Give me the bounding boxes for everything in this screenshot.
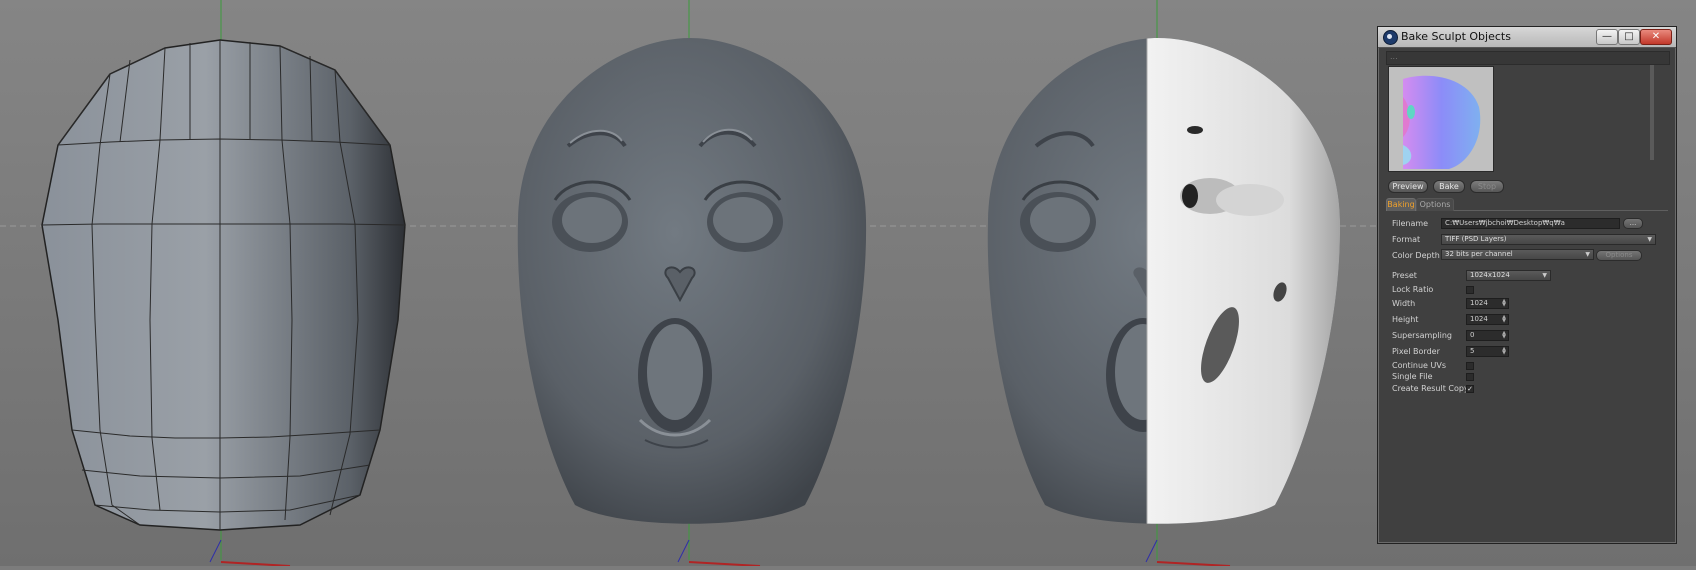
- color-depth-options-button[interactable]: Options: [1596, 250, 1642, 261]
- color-depth-dropdown[interactable]: 32 bits per channel ▼: [1441, 249, 1594, 260]
- tab-baking[interactable]: Baking: [1386, 198, 1416, 211]
- color-depth-value: 32 bits per channel: [1445, 250, 1513, 258]
- filename-browse-button[interactable]: ...: [1623, 218, 1643, 229]
- continue-uvs-checkbox[interactable]: [1466, 362, 1474, 370]
- close-button[interactable]: ✕: [1640, 29, 1672, 45]
- filename-field[interactable]: C:₩Users₩jbchoi₩Desktop₩q₩a: [1441, 218, 1620, 229]
- width-value: 1024: [1470, 299, 1488, 307]
- format-dropdown[interactable]: TIFF (PSD Layers) ▼: [1441, 234, 1656, 245]
- cinema4d-logo-icon: [1383, 30, 1398, 45]
- spin-arrows-icon: ▲ ▼: [1502, 346, 1506, 356]
- stop-button[interactable]: Stop: [1470, 180, 1504, 193]
- create-result-copy-checkbox[interactable]: ✓: [1466, 385, 1474, 393]
- menu-strip[interactable]: ...: [1386, 51, 1670, 65]
- supersampling-stepper[interactable]: 0 ▲ ▼: [1466, 330, 1509, 341]
- preview-button[interactable]: Preview: [1388, 180, 1428, 193]
- dialog-titlebar[interactable]: Bake Sculpt Objects — □ ✕: [1378, 27, 1676, 48]
- bake-preview-image: [1388, 66, 1494, 172]
- menu-strip-label: ...: [1390, 52, 1398, 61]
- chevron-down-icon: ▼: [1647, 236, 1652, 243]
- lock-ratio-checkbox[interactable]: [1466, 286, 1474, 294]
- format-label: Format: [1392, 235, 1421, 244]
- width-label: Width: [1392, 299, 1416, 308]
- spin-arrows-icon: ▲ ▼: [1502, 330, 1506, 340]
- pixel-border-stepper[interactable]: 5 ▲ ▼: [1466, 346, 1509, 357]
- chevron-down-icon: ▼: [1585, 251, 1590, 258]
- single-file-checkbox[interactable]: [1466, 373, 1474, 381]
- minimize-button[interactable]: —: [1596, 29, 1618, 45]
- bake-sculpt-dialog: Bake Sculpt Objects — □ ✕ ... Preview Ba…: [1377, 26, 1677, 544]
- lowpoly-head: [41, 39, 406, 531]
- pixel-border-value: 5: [1470, 347, 1475, 355]
- preview-scrollbar[interactable]: [1650, 65, 1654, 160]
- height-stepper[interactable]: 1024 ▲ ▼: [1466, 314, 1509, 325]
- pixel-border-label: Pixel Border: [1392, 347, 1440, 356]
- tab-options[interactable]: Options: [1416, 198, 1454, 211]
- create-result-copy-label: Create Result Copy: [1392, 384, 1469, 393]
- height-value: 1024: [1470, 315, 1488, 323]
- single-file-label: Single File: [1392, 372, 1433, 381]
- bake-button[interactable]: Bake: [1433, 180, 1465, 193]
- width-stepper[interactable]: 1024 ▲ ▼: [1466, 298, 1509, 309]
- preset-value: 1024x1024: [1470, 271, 1510, 279]
- tab-bar: Baking Options: [1386, 198, 1668, 211]
- color-depth-label: Color Depth: [1392, 251, 1440, 260]
- sculpted-head: [517, 38, 867, 524]
- supersampling-value: 0: [1470, 331, 1475, 339]
- spin-arrows-icon: ▲ ▼: [1502, 314, 1506, 324]
- lock-ratio-label: Lock Ratio: [1392, 285, 1434, 294]
- dialog-title: Bake Sculpt Objects: [1401, 30, 1511, 43]
- continue-uvs-label: Continue UVs: [1392, 361, 1447, 370]
- maximize-button[interactable]: □: [1618, 29, 1640, 45]
- spin-arrows-icon: ▲ ▼: [1502, 298, 1506, 308]
- height-label: Height: [1392, 315, 1419, 324]
- chevron-down-icon: ▼: [1542, 272, 1547, 279]
- normal-map-preview-icon: [1389, 67, 1493, 171]
- supersampling-label: Supersampling: [1392, 331, 1452, 340]
- format-value: TIFF (PSD Layers): [1445, 235, 1507, 243]
- filename-label: Filename: [1392, 219, 1429, 228]
- preset-dropdown[interactable]: 1024x1024 ▼: [1466, 270, 1551, 281]
- preset-label: Preset: [1392, 271, 1417, 280]
